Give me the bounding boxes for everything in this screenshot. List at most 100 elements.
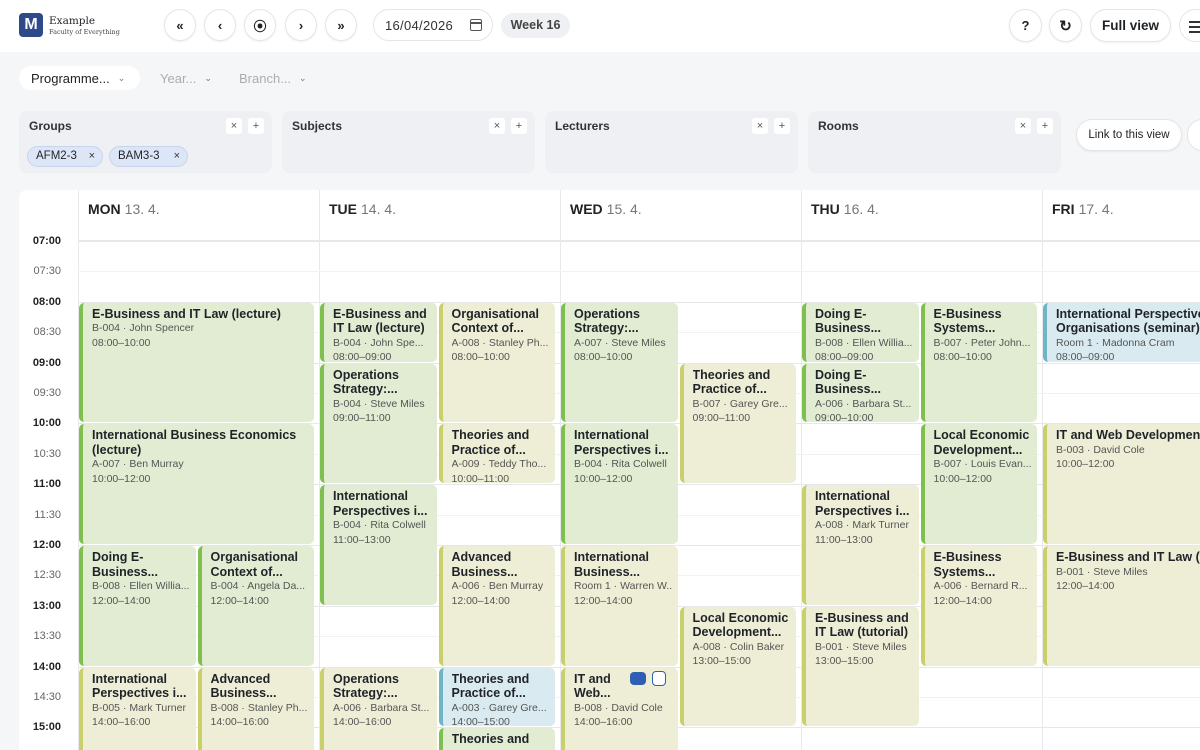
last-week-button[interactable]: » — [325, 9, 357, 41]
first-week-button[interactable]: « — [164, 9, 196, 41]
event-time: 08:00–10:00 — [574, 351, 633, 364]
brand-name: Example — [49, 15, 96, 27]
add-room-button[interactable]: + — [1037, 118, 1053, 134]
timetable-event[interactable]: Operations Strategy:... A-006 · Barbara S… — [320, 667, 437, 750]
event-room-lecturer: A-006 · Ben Murray — [451, 580, 544, 592]
clear-lecturers-button[interactable]: × — [752, 118, 768, 134]
refresh-button[interactable]: ↻ — [1049, 9, 1082, 42]
date-picker[interactable]: 16/04/2026 — [373, 9, 493, 41]
timetable-event[interactable]: E-Business and IT Law (tu B-001 · Steve M… — [1043, 546, 1200, 666]
timetable-event[interactable]: Advanced Business... B-008 · Stanley Ph..… — [197, 667, 314, 750]
extra-action-button[interactable] — [1187, 119, 1200, 151]
event-title: Organisational Context of... — [451, 306, 540, 336]
timetable-event[interactable]: IT and Web... B-008 · David Cole 14:00–16:… — [561, 667, 678, 750]
branch-select[interactable]: Branch... ⌄ — [227, 66, 317, 90]
time-label: 14:00 — [32, 660, 61, 673]
event-time: 12:00–14:00 — [451, 594, 510, 607]
video-icon[interactable] — [629, 671, 646, 685]
event-time: 08:00–10:00 — [92, 336, 151, 349]
timetable-event[interactable]: Organisational Context of... A-008 · Stan… — [438, 302, 555, 423]
group-chip[interactable]: BAM3-3 × — [109, 146, 188, 167]
timetable-event[interactable]: International Business... Room 1 · Warren… — [561, 546, 678, 666]
remove-chip-icon[interactable]: × — [89, 147, 95, 166]
week-calendar: 07:00 07:30 08:00 08:30 09:00 09:30 10:00 10:30… — [19, 190, 1200, 750]
event-time: 14:00–15:00 — [451, 716, 510, 727]
timetable-event[interactable]: Theories and Practice of... A-009 · Teddy… — [438, 424, 555, 484]
event-room-lecturer: B-008 · Ellen Willia... — [92, 580, 190, 592]
app-logo[interactable]: M — [19, 13, 43, 37]
add-lecturer-button[interactable]: + — [774, 118, 790, 134]
timetable-event[interactable]: Theories and Practice of... A-003 · Garey… — [438, 667, 555, 727]
previous-week-button[interactable]: ‹ — [204, 9, 236, 41]
timetable-event[interactable]: IT and Web Development - (tutorial)B-003… — [1043, 424, 1200, 544]
timetable-event[interactable]: Operations Strategy:... B-004 · Steve Mil… — [320, 363, 437, 484]
event-room-lecturer: B-004 · Rita Colwell — [574, 458, 667, 471]
event-title: E-Business and IT Law (tu — [1056, 550, 1200, 564]
help-button[interactable]: ? — [1009, 9, 1042, 42]
time-label: 10:30 — [33, 447, 61, 460]
timetable-event[interactable]: E-Business and IT Law (lecture) B-004 · J… — [79, 302, 314, 423]
lecturers-title: Lecturers — [555, 119, 610, 133]
link-to-view-button[interactable]: Link to this view — [1076, 119, 1182, 151]
clear-groups-button[interactable]: × — [226, 118, 242, 134]
programme-select[interactable]: Programme... ⌄ — [19, 66, 140, 90]
event-time: 14:00–16:00 — [333, 716, 392, 729]
event-time: 09:00–10:00 — [815, 412, 874, 423]
timetable-event[interactable]: International Perspectives i... A-008 · M… — [802, 485, 919, 605]
menu-button[interactable] — [1179, 9, 1200, 42]
event-time: 13:00–15:00 — [692, 655, 751, 668]
event-time: 11:00–13:00 — [815, 533, 873, 546]
event-title: International Business... — [574, 550, 650, 579]
add-group-button[interactable]: + — [248, 118, 264, 134]
time-label: 13:30 — [33, 630, 61, 643]
timetable-event[interactable]: International Perspectives Organisations… — [1043, 302, 1200, 362]
timetable-event[interactable]: E-Business Systems... A-006 · Bernard R..… — [920, 546, 1037, 666]
full-view-button[interactable]: Full view — [1090, 9, 1171, 42]
timetable-event[interactable]: E-Business Systems... B-007 · Peter John.… — [920, 302, 1037, 423]
clear-rooms-button[interactable]: × — [1015, 118, 1031, 134]
event-room-lecturer: B-008 · Ellen Willia... — [815, 336, 913, 349]
year-select[interactable]: Year... ⌄ — [148, 66, 220, 90]
timetable-event[interactable]: Local Economic Development... B-007 · Lou… — [920, 424, 1037, 544]
timetable-event[interactable]: International Business Economics (lectur… — [79, 424, 314, 544]
timetable-event[interactable]: E-Business and IT Law (lecture) B-004 · J… — [320, 302, 437, 362]
timetable-event[interactable]: International Perspectives i... B-004 · R… — [320, 485, 437, 605]
event-room-lecturer: A-007 · Steve Miles — [574, 336, 666, 349]
timetable-event[interactable]: Local Economic Development... A-008 · Col… — [679, 606, 796, 727]
week-badge: Week 16 — [501, 13, 570, 38]
timetable-event[interactable]: Doing E-Business... B-008 · Ellen Willia.… — [79, 546, 196, 666]
event-title: E-Business and IT Law (lecture) — [92, 306, 281, 321]
event-room-lecturer: B-004 · John Spencer — [92, 322, 195, 335]
timetable-event[interactable]: International Perspectives i... B-004 · R… — [561, 424, 678, 544]
event-room-lecturer: Room 1 · Madonna Cram — [1056, 336, 1175, 349]
rooms-panel: Rooms × + — [808, 111, 1061, 173]
clear-subjects-button[interactable]: × — [489, 118, 505, 134]
timetable-event[interactable]: Advanced Business... A-006 · Ben Murray 12… — [438, 546, 555, 666]
timetable-event[interactable]: Theories and — [438, 728, 555, 750]
subjects-title: Subjects — [292, 119, 343, 133]
timetable-event[interactable]: Doing E-Business... B-008 · Ellen Willia.… — [802, 302, 919, 362]
groups-panel: Groups × + AFM2-3 × BAM3-3 × — [19, 111, 272, 173]
timetable-event[interactable]: E-Business and IT Law (tutorial) B-001 · … — [802, 606, 919, 727]
time-label: 14:30 — [33, 691, 61, 703]
group-chip[interactable]: AFM2-3 × — [27, 146, 103, 167]
event-title: Local Economic Development... — [692, 610, 789, 640]
event-time: 12:00–14:00 — [574, 594, 633, 607]
next-week-button[interactable]: › — [285, 9, 317, 41]
add-subject-button[interactable]: + — [511, 118, 527, 134]
timetable-event[interactable]: Organisational Context of... B-004 · Ange… — [197, 546, 314, 666]
remove-chip-icon[interactable]: × — [174, 147, 180, 166]
event-title: E-Business and IT Law (lecture) — [333, 306, 427, 336]
chevron-down-icon: ⌄ — [299, 72, 307, 83]
timetable-event[interactable]: Theories and Practice of... B-007 · Garey… — [679, 363, 796, 484]
today-button[interactable]: ⦿ — [244, 9, 276, 41]
timetable-event[interactable]: International Perspectives i... B-005 · M… — [79, 667, 196, 750]
event-time: 09:00–11:00 — [333, 412, 391, 425]
timetable-event[interactable]: Doing E-Business... A-006 · Barbara St...… — [802, 363, 919, 423]
event-room-lecturer: A-007 · Ben Murray — [92, 458, 184, 471]
brand-subtitle: Faculty of Everything — [49, 28, 120, 36]
timetable-event[interactable]: Operations Strategy:... A-007 · Steve Mil… — [561, 302, 678, 423]
document-icon[interactable] — [651, 670, 666, 686]
event-room-lecturer: B-007 · Louis Evan... — [933, 458, 1032, 471]
event-room-lecturer: B-004 · John Spe... — [333, 336, 424, 349]
